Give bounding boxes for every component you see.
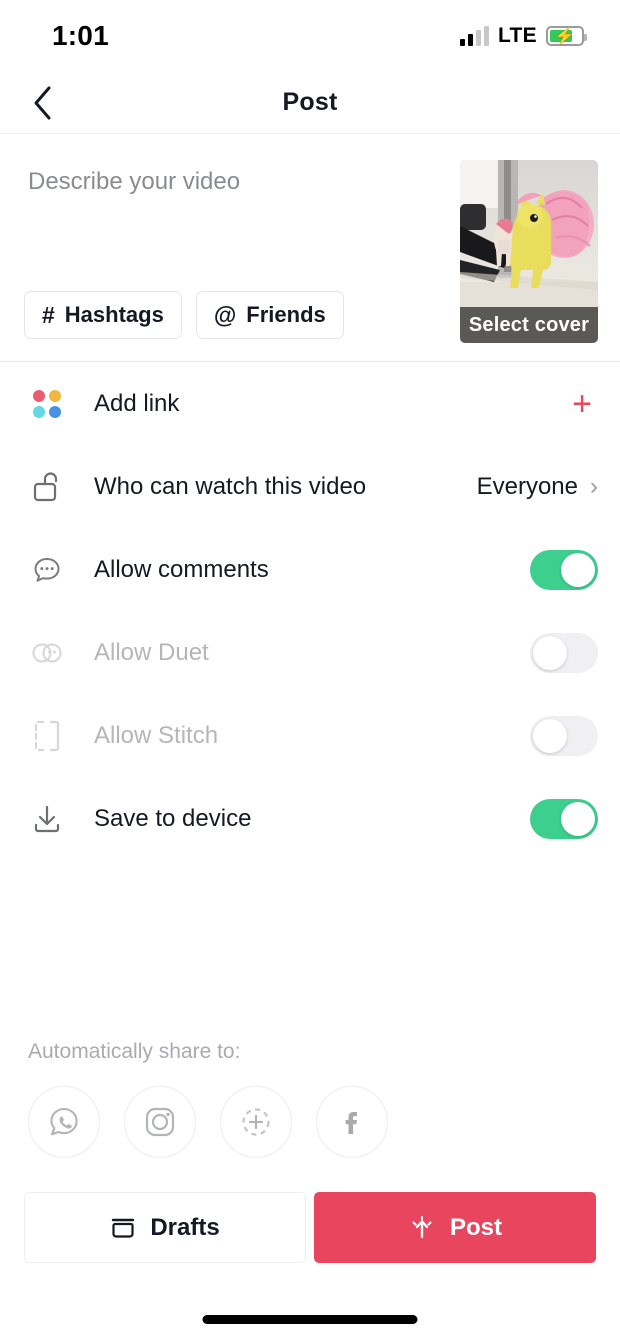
post-button-label: Post xyxy=(450,1214,502,1242)
at-icon: @ xyxy=(214,302,236,329)
allow-stitch-toggle[interactable] xyxy=(530,716,598,756)
describe-section: Describe your video # Hashtags @ Friends xyxy=(0,134,620,362)
row-allow-stitch-label: Allow Stitch xyxy=(68,722,530,750)
bottom-action-bar: Drafts Post xyxy=(24,1192,596,1263)
row-save-to-device-label: Save to device xyxy=(68,805,530,833)
unlocked-padlock-icon xyxy=(26,471,68,503)
row-privacy[interactable]: Who can watch this video Everyone › xyxy=(26,445,598,528)
status-time: 1:01 xyxy=(52,20,109,52)
row-add-link-control[interactable]: + xyxy=(572,387,598,421)
whatsapp-share-icon[interactable] xyxy=(28,1086,100,1158)
hashtags-chip-label: Hashtags xyxy=(65,302,164,328)
row-allow-comments[interactable]: Allow comments xyxy=(26,528,598,611)
home-indicator xyxy=(203,1315,418,1324)
row-privacy-label: Who can watch this video xyxy=(68,473,477,501)
auto-share-section: Automatically share to: xyxy=(0,1040,620,1158)
row-allow-duet[interactable]: Allow Duet xyxy=(26,611,598,694)
friends-chip-label: Friends xyxy=(246,302,325,328)
describe-chip-row: # Hashtags @ Friends xyxy=(24,291,344,339)
row-add-link[interactable]: Add link + xyxy=(26,362,598,445)
page-title: Post xyxy=(283,88,338,117)
allow-comments-toggle[interactable] xyxy=(530,550,598,590)
back-button[interactable] xyxy=(22,83,62,123)
row-allow-comments-label: Allow comments xyxy=(68,556,530,584)
row-save-to-device[interactable]: Save to device xyxy=(26,777,598,860)
chevron-left-icon xyxy=(31,85,53,121)
drafts-drawer-icon xyxy=(110,1215,136,1241)
status-indicators: LTE ⚡ xyxy=(460,24,584,48)
hashtags-chip[interactable]: # Hashtags xyxy=(24,291,182,339)
comment-bubble-icon xyxy=(26,555,68,585)
plus-icon[interactable]: + xyxy=(572,387,598,421)
settings-list: Add link + Who can watch this video Ever… xyxy=(0,362,620,860)
battery-charging-icon: ⚡ xyxy=(546,26,584,46)
instagram-share-icon[interactable] xyxy=(124,1086,196,1158)
stitch-icon xyxy=(26,720,68,752)
save-to-device-toggle[interactable] xyxy=(530,799,598,839)
row-allow-duet-label: Allow Duet xyxy=(68,639,530,667)
duet-icon xyxy=(26,640,68,666)
privacy-value: Everyone xyxy=(477,473,578,501)
auto-share-icons xyxy=(28,1086,592,1158)
network-label: LTE xyxy=(498,24,537,48)
drafts-button[interactable]: Drafts xyxy=(24,1192,306,1263)
row-allow-stitch[interactable]: Allow Stitch xyxy=(26,694,598,777)
hash-icon: # xyxy=(42,302,55,329)
instagram-story-share-icon[interactable] xyxy=(220,1086,292,1158)
post-screen: 1:01 LTE ⚡ Post Describe your video # Ha xyxy=(0,0,620,1342)
select-cover-label[interactable]: Select cover xyxy=(460,307,598,343)
allow-duet-toggle[interactable] xyxy=(530,633,598,673)
row-privacy-control[interactable]: Everyone › xyxy=(477,473,598,501)
status-bar: 1:01 LTE ⚡ xyxy=(0,0,620,72)
four-dots-icon xyxy=(26,390,68,418)
post-button[interactable]: Post xyxy=(314,1192,596,1263)
facebook-share-icon[interactable] xyxy=(316,1086,388,1158)
download-icon xyxy=(26,804,68,834)
row-add-link-label: Add link xyxy=(68,390,572,418)
post-arrow-burst-icon xyxy=(408,1214,436,1242)
nav-header: Post xyxy=(0,72,620,134)
drafts-button-label: Drafts xyxy=(150,1214,219,1242)
friends-chip[interactable]: @ Friends xyxy=(196,291,344,339)
signal-bars-icon xyxy=(460,26,489,46)
auto-share-title: Automatically share to: xyxy=(28,1040,592,1064)
video-cover-thumbnail[interactable]: Select cover xyxy=(460,160,598,343)
chevron-right-icon: › xyxy=(590,475,598,499)
